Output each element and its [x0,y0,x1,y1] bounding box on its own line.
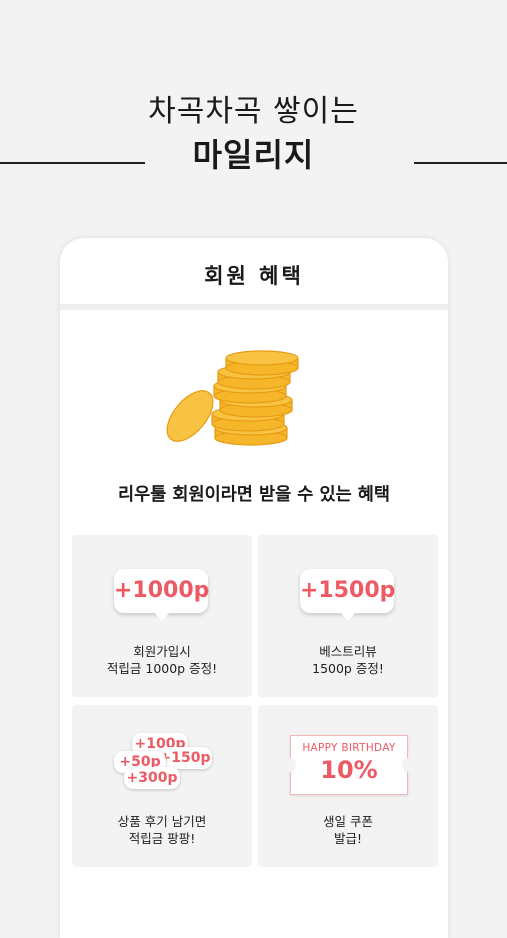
coupon-value: 10% [320,756,378,784]
hero-rule-left [0,162,145,164]
benefits-headline: 리우툴 회원이라면 받을 수 있는 혜택 [118,485,390,505]
benefits-panel: 회원 혜택 리우툴 회원이라면 받을 수 있는 혜택 +1000p 회원가입시 … [60,238,448,938]
coupon-caption: HAPPY BIRTHDAY [302,742,396,754]
benefit-card-best-review: +1500p 베스트리뷰 1500p 증정! [258,535,438,697]
benefit-label: 생일 쿠폰 발급! [323,814,373,846]
points-badge: +1000p [114,569,209,621]
benefit-label: 회원가입시 적립금 1000p 증정! [106,644,218,676]
points-badge: +150p [158,747,212,769]
benefit-label: 상품 후기 남기면 적립금 팡팡! [117,814,207,846]
hero-rule-right [414,162,507,164]
hero-subtitle: 차곡차곡 쌓이는 [148,94,359,129]
benefit-card-review: +100p +150p +50p +300p 상품 후기 남기면 적립금 팡팡! [72,705,252,867]
birthday-coupon-icon: HAPPY BIRTHDAY 10% [284,735,414,795]
coin-stack-icon [166,350,299,446]
page: { "hero": { "line1": "차곡차곡 쌓이는", "line2"… [0,0,507,938]
benefit-card-birthday: HAPPY BIRTHDAY 10% 생일 쿠폰 발급! [258,705,438,867]
benefit-label: 베스트리뷰 1500p 증정! [312,644,384,676]
benefit-card-signup: +1000p 회원가입시 적립금 1000p 증정! [72,535,252,697]
panel-divider [60,304,448,310]
hero-title: 마일리지 [192,136,315,174]
points-badge: +1500p [300,569,395,621]
panel-title: 회원 혜택 [204,264,304,288]
points-badge: +300p [124,767,180,789]
